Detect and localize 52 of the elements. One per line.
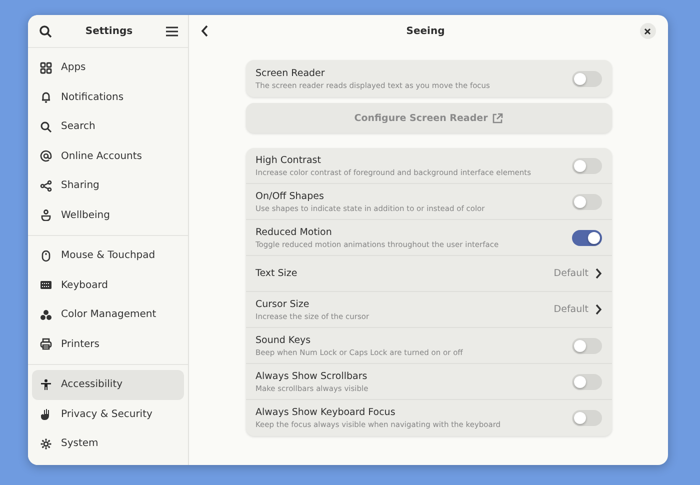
- sidebar-item[interactable]: Online Accounts: [32, 142, 184, 171]
- sidebar-item[interactable]: Mouse & Touchpad: [32, 241, 184, 270]
- gear-icon: [40, 438, 52, 450]
- toggle-switch[interactable]: [572, 70, 602, 86]
- mouse-icon: [40, 250, 52, 262]
- search-icon[interactable]: [37, 22, 54, 40]
- color-icon: [40, 308, 52, 321]
- grid-icon: [40, 62, 52, 74]
- keyboard-icon: [40, 279, 52, 292]
- row-value: Default: [554, 304, 588, 315]
- sidebar-title: Settings: [85, 26, 133, 36]
- bell-icon: [40, 91, 52, 104]
- row-title: Always Show Keyboard Focus: [256, 407, 396, 418]
- chevron-icon: [594, 304, 602, 315]
- external-link-icon: [492, 112, 503, 124]
- row-title: High Contrast: [256, 154, 322, 166]
- chevron-icon: [594, 268, 602, 279]
- sidebar-item[interactable]: Accessibility: [32, 370, 184, 400]
- row-title: Cursor Size: [256, 298, 310, 310]
- toggle-switch[interactable]: [572, 194, 602, 210]
- sidebar-item[interactable]: System: [32, 429, 184, 458]
- printer-icon: [40, 338, 52, 350]
- toggle-switch[interactable]: [572, 374, 602, 390]
- sidebar-item[interactable]: Notifications: [32, 82, 184, 112]
- toggle-switch[interactable]: [572, 410, 602, 426]
- sidebar-item[interactable]: Keyboard: [32, 270, 184, 300]
- at-icon: [40, 150, 52, 162]
- sidebar-item[interactable]: Apps: [32, 53, 184, 82]
- person-icon: [40, 378, 52, 391]
- sidebar-item[interactable]: Printers: [32, 330, 184, 359]
- row-title: Always Show Scrollbars: [256, 370, 368, 382]
- row-title: On/Off Shapes: [256, 190, 325, 202]
- sidebar-item[interactable]: Sharing: [32, 171, 184, 200]
- row-value: Default: [554, 268, 588, 279]
- setting-row[interactable]: Text Size Default: [246, 256, 612, 292]
- toggle-switch[interactable]: [572, 230, 602, 246]
- row-title: Text Size: [256, 268, 298, 279]
- hand-icon: [40, 408, 52, 420]
- page-title: Seeing: [406, 26, 445, 36]
- sidebar-item[interactable]: Color Management: [32, 300, 184, 330]
- row-title: Screen Reader: [256, 68, 326, 78]
- toggle-switch[interactable]: [572, 158, 602, 174]
- row-title: Reduced Motion: [256, 226, 333, 238]
- close-icon[interactable]: [640, 23, 656, 39]
- menu-icon[interactable]: [164, 24, 180, 38]
- share-icon: [40, 180, 52, 192]
- search-icon: [40, 120, 52, 133]
- row-title: Sound Keys: [256, 334, 312, 346]
- sidebar-item[interactable]: Wellbeing: [32, 200, 184, 230]
- sidebar-item[interactable]: Search: [32, 112, 184, 142]
- toggle-switch[interactable]: [572, 338, 602, 354]
- sidebar-item[interactable]: Privacy & Security: [32, 400, 184, 429]
